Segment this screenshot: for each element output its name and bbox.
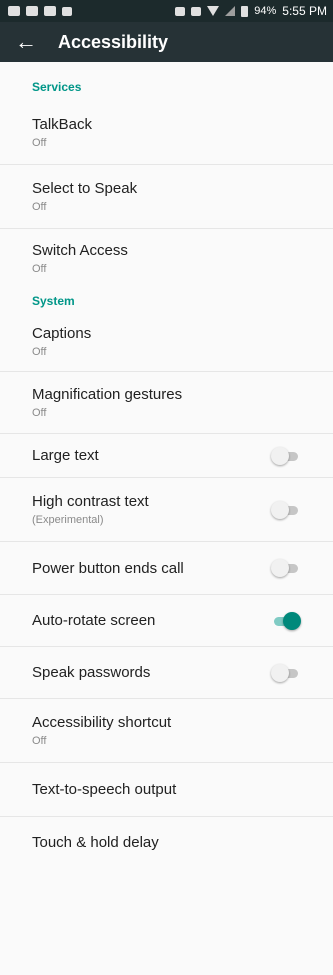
select-to-speak-title: Select to Speak [32,180,138,197]
high-contrast-text-item[interactable]: High contrast text (Experimental) [0,478,333,542]
status-system-icons: 94% 5:55 PM [175,4,327,18]
large-text-item[interactable]: Large text [0,434,333,478]
switch-access-item[interactable]: Switch Access Off [0,229,333,287]
talkback-status: Off [32,136,47,149]
speak-passwords-title: Speak passwords [32,664,151,681]
email-icon [26,6,38,16]
section-header-services: Services [32,80,82,94]
photo-icon [44,6,56,16]
large-text-toggle[interactable] [271,446,301,465]
accessibility-shortcut-item[interactable]: Accessibility shortcut Off [0,699,333,763]
power-button-ends-call-item[interactable]: Power button ends call [0,542,333,595]
battery-percentage: 94% [254,5,277,17]
nfc-icon [175,6,186,16]
app-bar: ← Accessibility [0,22,333,62]
power-button-ends-call-toggle[interactable] [271,559,301,577]
talkback-title: TalkBack [32,115,93,133]
accessibility-shortcut-status: Off [32,735,47,747]
speak-passwords-item[interactable]: Speak passwords [0,647,333,699]
magnification-gestures-item[interactable]: Magnification gestures Off [0,372,333,434]
signal-icon [225,6,236,16]
settings-list: Services TalkBack Off Select to Speak Of… [0,62,333,867]
arrow-left-icon: ← [15,29,37,54]
battery-icon [241,5,249,17]
auto-rotate-screen-title: Auto-rotate screen [32,612,156,629]
switch-access-title: Switch Access [32,241,128,259]
message-icon [8,6,20,16]
status-notification-icons [8,6,72,16]
switch-access-status: Off [32,262,47,275]
status-time: 5:55 PM [282,4,327,18]
image-icon [62,6,72,16]
high-contrast-text-toggle[interactable] [271,500,301,519]
power-button-ends-call-title: Power button ends call [32,559,184,577]
captions-item[interactable]: Captions Off [0,311,333,372]
back-button[interactable]: ← [12,28,40,56]
page-title: Accessibility [58,31,169,52]
touch-hold-delay-title: Touch & hold delay [32,833,159,851]
captions-title: Captions [32,324,92,342]
magnification-gestures-title: Magnification gestures [32,386,183,403]
high-contrast-text-note: (Experimental) [32,514,104,526]
captions-status: Off [32,345,47,358]
text-to-speech-output-title: Text-to-speech output [32,781,177,798]
auto-rotate-screen-item[interactable]: Auto-rotate screen [0,595,333,647]
text-to-speech-output-item[interactable]: Text-to-speech output [0,763,333,817]
auto-rotate-screen-toggle[interactable] [271,611,301,630]
talkback-item[interactable]: TalkBack Off [0,100,333,165]
section-header-system: System [32,294,75,308]
accessibility-shortcut-title: Accessibility shortcut [32,714,172,731]
touch-hold-delay-item[interactable]: Touch & hold delay [0,817,333,867]
status-bar: 94% 5:55 PM [0,0,333,22]
speak-passwords-toggle[interactable] [271,663,301,682]
select-to-speak-item[interactable]: Select to Speak Off [0,165,333,229]
wifi-icon [207,6,220,16]
vibrate-icon [191,6,202,16]
large-text-title: Large text [32,447,99,464]
high-contrast-text-title: High contrast text [32,493,149,510]
magnification-gestures-status: Off [32,407,47,419]
select-to-speak-status: Off [32,201,47,213]
